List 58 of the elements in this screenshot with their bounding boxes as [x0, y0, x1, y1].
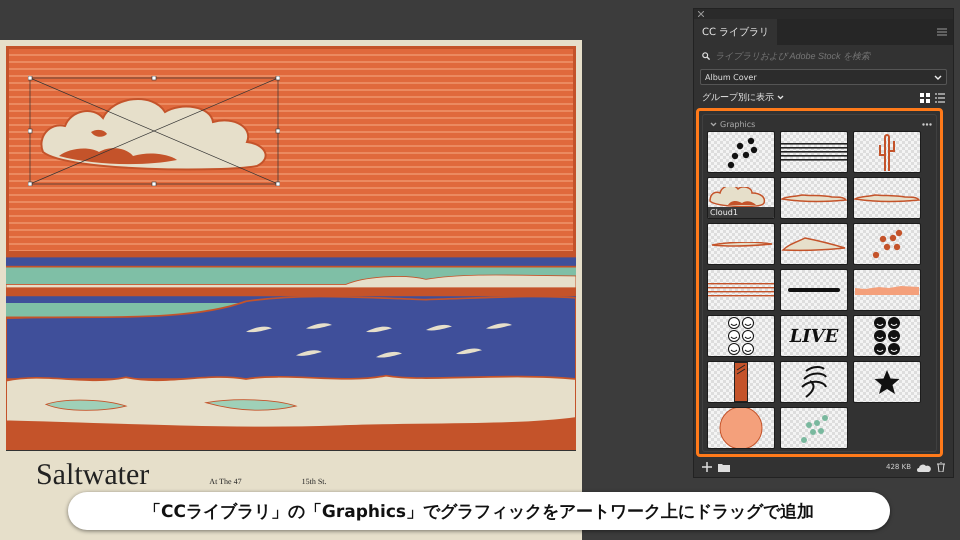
graphic-tile[interactable]: Cloud1 [707, 177, 775, 219]
panel-tab[interactable]: CC ライブラリ [694, 19, 778, 45]
graphic-tile[interactable] [707, 269, 775, 311]
graphic-tile[interactable] [853, 315, 921, 357]
menu-icon[interactable] [937, 28, 947, 36]
smiley-faces-icon [873, 316, 901, 356]
chevron-icon [934, 74, 942, 80]
graphic-tile[interactable] [853, 361, 921, 403]
poster-text: At The 47 [209, 477, 242, 486]
graphic-tile[interactable] [780, 223, 848, 265]
live-text: LIVE [790, 326, 838, 346]
cloud-icon[interactable] [917, 462, 931, 472]
add-icon[interactable] [702, 462, 712, 472]
graphic-tile[interactable] [707, 315, 775, 357]
stripes-icon [781, 143, 847, 161]
cloud-icon [781, 193, 847, 203]
graphic-tile[interactable] [853, 177, 921, 219]
stripes-icon [708, 282, 774, 298]
dots-icon [799, 413, 829, 443]
graphic-tile[interactable] [853, 223, 921, 265]
graphic-tile[interactable] [780, 131, 848, 173]
search-icon [702, 52, 710, 60]
graphic-tile[interactable] [707, 361, 775, 403]
graphic-tile[interactable] [780, 361, 848, 403]
chevron-icon [777, 95, 784, 100]
chevron-icon [710, 122, 717, 126]
graphic-tile[interactable] [780, 177, 848, 219]
group-header[interactable]: Graphics [707, 120, 756, 128]
graphic-tile[interactable] [707, 407, 775, 449]
tile-label: Cloud1 [708, 207, 774, 218]
graphic-tile[interactable] [780, 269, 848, 311]
tall-rectangle-icon [734, 362, 748, 402]
more-icon[interactable] [922, 122, 932, 126]
graphic-tile[interactable] [853, 131, 921, 173]
strip-icon [855, 286, 919, 294]
cactus-icon [877, 133, 897, 171]
selection-bounding-box[interactable] [28, 76, 280, 186]
grid-view-icon[interactable] [919, 92, 930, 103]
list-view-icon[interactable] [934, 92, 945, 103]
trash-icon[interactable] [937, 462, 945, 472]
smiley-faces-icon [727, 316, 755, 356]
graphic-tile[interactable]: LIVE [780, 315, 848, 357]
caption: 「CCライブラリ」の「Graphics」でグラフィックをアートワーク上にドラッグで追加 [68, 492, 890, 530]
cloud-icon [781, 236, 847, 252]
graphic-tile[interactable] [780, 407, 848, 449]
cloud-icon [854, 193, 920, 203]
close-icon[interactable] [698, 11, 704, 17]
bar-icon [788, 288, 840, 292]
star-icon [874, 369, 900, 395]
graphic-tile[interactable] [707, 131, 775, 173]
search-field[interactable]: ライブラリおよび Adobe Stock を検索 [715, 51, 945, 61]
group-view-dropdown[interactable]: グループ別に表示 [702, 91, 787, 104]
graphic-tile[interactable] [707, 223, 775, 265]
folder-icon[interactable] [718, 462, 730, 472]
poster-text: 15th St. [302, 477, 326, 486]
poster-title: Saltwater [36, 460, 150, 490]
library-dropdown[interactable]: Album Cover [700, 69, 947, 85]
graphic-tile[interactable] [853, 269, 921, 311]
